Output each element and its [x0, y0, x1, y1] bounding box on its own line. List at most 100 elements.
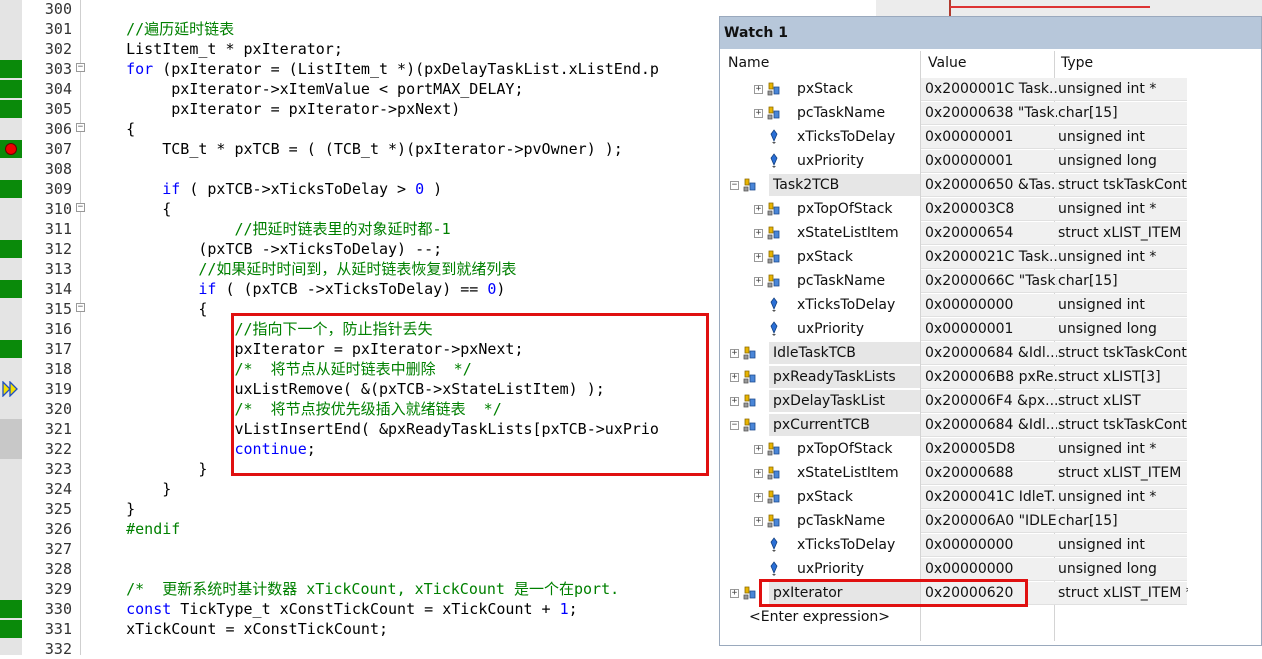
watch-row[interactable]: uxPriority 0x00000001 unsigned long: [720, 317, 1262, 341]
watch-row-name: pxStack: [797, 249, 853, 265]
watch-row-value[interactable]: 0x20000688: [925, 461, 1057, 485]
watch-row-value[interactable]: 0x200003C8: [925, 197, 1057, 221]
code-token: TickType_t xConstTickCount = xTickCount …: [171, 600, 560, 618]
watch-row-value[interactable]: 0x2000001C Task...: [925, 77, 1057, 101]
enter-expression-label[interactable]: <Enter expression>: [749, 605, 890, 629]
watch-row[interactable]: + pxStack 0x2000041C IdleT... unsigned int …: [720, 485, 1262, 509]
watch-row-value[interactable]: 0x200006B8 pxRe...: [925, 365, 1057, 389]
field-variable-icon: [770, 321, 778, 336]
header-type[interactable]: Type: [1057, 51, 1093, 75]
watch-row-value[interactable]: 0x00000001: [925, 317, 1057, 341]
fold-toggle-icon[interactable]: −: [76, 303, 85, 312]
watch-row[interactable]: + pxReadyTaskLists 0x200006B8 pxRe... struc…: [720, 365, 1262, 389]
code-line[interactable]: 331 xTickCount = xConstTickCount;: [0, 619, 720, 639]
watch-row[interactable]: xTicksToDelay 0x00000000 unsigned int: [720, 533, 1262, 557]
expand-icon[interactable]: +: [754, 85, 763, 94]
code-line[interactable]: 308: [0, 159, 720, 179]
watch-window[interactable]: Watch 1 Name Value Type + pxStack 0x200000…: [719, 16, 1262, 646]
watch-row[interactable]: + IdleTaskTCB 0x20000684 &Idl... struct tsk…: [720, 341, 1262, 365]
collapse-icon[interactable]: −: [730, 421, 739, 430]
fold-toggle-icon[interactable]: −: [76, 203, 85, 212]
watch-row-value[interactable]: 0x200006A0 "IDLE": [925, 509, 1057, 533]
code-line[interactable]: 304 pxIterator->xItemValue < portMAX_DEL…: [0, 79, 720, 99]
watch-title[interactable]: Watch 1: [720, 17, 1261, 49]
watch-row-value[interactable]: 0x20000684 &Idl...: [925, 413, 1057, 437]
enter-expression-row[interactable]: <Enter expression>: [720, 605, 1262, 629]
watch-row[interactable]: uxPriority 0x00000000 unsigned long: [720, 557, 1262, 581]
expand-icon[interactable]: +: [730, 397, 739, 406]
code-line[interactable]: 301 //遍历延时链表: [0, 19, 720, 39]
watch-row-value[interactable]: 0x20000638 "Task...: [925, 101, 1057, 125]
watch-row-value[interactable]: 0x200005D8: [925, 437, 1057, 461]
watch-row[interactable]: + pxStack 0x2000001C Task... unsigned int *: [720, 77, 1262, 101]
watch-row-value[interactable]: 0x00000001: [925, 149, 1057, 173]
code-line[interactable]: 310− {: [0, 199, 720, 219]
expand-icon[interactable]: +: [754, 229, 763, 238]
watch-row[interactable]: uxPriority 0x00000001 unsigned long: [720, 149, 1262, 173]
watch-row[interactable]: + pxDelayTaskList 0x200006F4 &px... struct …: [720, 389, 1262, 413]
watch-row[interactable]: + xStateListItem 0x20000654 struct xLIST_IT…: [720, 221, 1262, 245]
watch-row-value[interactable]: 0x00000001: [925, 125, 1057, 149]
watch-row[interactable]: + pcTaskName 0x2000066C "Task... char[15]: [720, 269, 1262, 293]
watch-row[interactable]: + pxTopOfStack 0x200003C8 unsigned int *: [720, 197, 1262, 221]
expand-icon[interactable]: +: [754, 445, 763, 454]
code-line[interactable]: 311 //把延时链表里的对象延时都-1: [0, 219, 720, 239]
code-line[interactable]: 306− {: [0, 119, 720, 139]
code-line[interactable]: 330 const TickType_t xConstTickCount = x…: [0, 599, 720, 619]
watch-row[interactable]: − pxCurrentTCB 0x20000684 &Idl... struct ts…: [720, 413, 1262, 437]
code-line[interactable]: 313 //如果延时时间到，从延时链表恢复到就绪列表: [0, 259, 720, 279]
code-line[interactable]: 327: [0, 539, 720, 559]
code-line[interactable]: 302 ListItem_t * pxIterator;: [0, 39, 720, 59]
expand-icon[interactable]: +: [730, 349, 739, 358]
code-editor[interactable]: 300 301 //遍历延时链表 302 ListItem_t * pxIterat…: [0, 0, 720, 658]
code-line[interactable]: 325 }: [0, 499, 720, 519]
expand-icon[interactable]: +: [754, 469, 763, 478]
code-line[interactable]: 314 if ( (pxTCB ->xTicksToDelay) == 0): [0, 279, 720, 299]
code-line[interactable]: 312 (pxTCB ->xTicksToDelay) --;: [0, 239, 720, 259]
watch-row[interactable]: + xStateListItem 0x20000688 struct xLIST_IT…: [720, 461, 1262, 485]
watch-row-value[interactable]: 0x20000684 &Idl...: [925, 341, 1057, 365]
code-line[interactable]: 303− for (pxIterator = (ListItem_t *)(px…: [0, 59, 720, 79]
header-name[interactable]: Name: [724, 51, 769, 75]
fold-toggle-icon[interactable]: −: [76, 63, 85, 72]
code-line[interactable]: 307 TCB_t * pxTCB = ( (TCB_t *)(pxIterat…: [0, 139, 720, 159]
watch-row[interactable]: + pcTaskName 0x200006A0 "IDLE" char[15]: [720, 509, 1262, 533]
code-line[interactable]: 328: [0, 559, 720, 579]
code-line[interactable]: 324 }: [0, 479, 720, 499]
expand-icon[interactable]: +: [730, 589, 739, 598]
expand-icon[interactable]: +: [754, 109, 763, 118]
code-line[interactable]: 326 #endif: [0, 519, 720, 539]
expand-icon[interactable]: +: [754, 277, 763, 286]
watch-row-value[interactable]: 0x00000000: [925, 557, 1057, 581]
code-line[interactable]: 329 /* 更新系统时基计数器 xTickCount, xTickCount …: [0, 579, 720, 599]
watch-row-value[interactable]: 0x00000000: [925, 293, 1057, 317]
watch-row[interactable]: + pxTopOfStack 0x200005D8 unsigned int *: [720, 437, 1262, 461]
fold-toggle-icon[interactable]: −: [76, 123, 85, 132]
expand-icon[interactable]: +: [754, 253, 763, 262]
watch-row[interactable]: + pcTaskName 0x20000638 "Task... char[15]: [720, 101, 1262, 125]
code-line[interactable]: 309 if ( pxTCB->xTicksToDelay > 0 ): [0, 179, 720, 199]
watch-row[interactable]: + pxStack 0x2000021C Task... unsigned int *: [720, 245, 1262, 269]
field-variable-icon: [770, 129, 778, 144]
expand-icon[interactable]: +: [754, 205, 763, 214]
watch-row[interactable]: xTicksToDelay 0x00000000 unsigned int: [720, 293, 1262, 317]
code-token: ): [496, 280, 506, 298]
code-line[interactable]: 332: [0, 639, 720, 659]
watch-row-value[interactable]: 0x20000650 &Tas...: [925, 173, 1057, 197]
code-line[interactable]: 305 pxIterator = pxIterator->pxNext): [0, 99, 720, 119]
watch-row-value[interactable]: 0x00000000: [925, 533, 1057, 557]
watch-row[interactable]: − Task2TCB 0x20000650 &Tas... struct tskTas…: [720, 173, 1262, 197]
expand-icon[interactable]: +: [754, 517, 763, 526]
collapse-icon[interactable]: −: [730, 181, 739, 190]
watch-row-value[interactable]: 0x2000021C Task...: [925, 245, 1057, 269]
header-value[interactable]: Value: [924, 51, 966, 75]
watch-row[interactable]: xTicksToDelay 0x00000001 unsigned int: [720, 125, 1262, 149]
watch-row-value[interactable]: 0x2000041C IdleT...: [925, 485, 1057, 509]
code-line[interactable]: 300: [0, 0, 720, 19]
watch-row-value[interactable]: 0x2000066C "Task...: [925, 269, 1057, 293]
expand-icon[interactable]: +: [730, 373, 739, 382]
watch-row-value[interactable]: 0x20000654: [925, 221, 1057, 245]
expand-icon[interactable]: +: [754, 493, 763, 502]
line-number: 321: [44, 420, 72, 438]
watch-row-value[interactable]: 0x200006F4 &px...: [925, 389, 1057, 413]
